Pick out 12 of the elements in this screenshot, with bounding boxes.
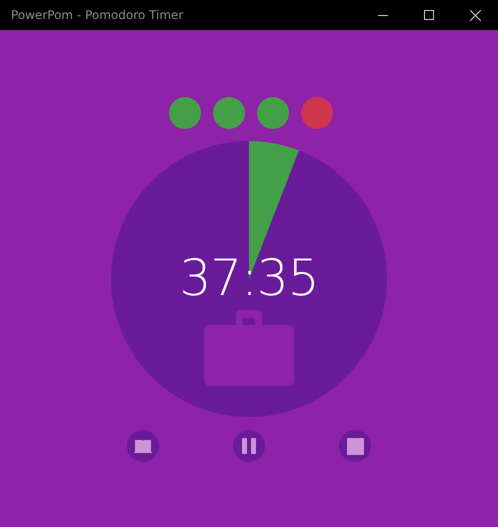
timer-time: 37:35 (178, 248, 320, 308)
close-icon[interactable] (470, 10, 480, 20)
pause-button[interactable] (233, 430, 265, 462)
stop-icon (346, 438, 364, 454)
book-button[interactable] (127, 430, 159, 462)
minimize-icon[interactable] (378, 14, 388, 16)
book-icon (134, 439, 152, 453)
pause-icon (241, 438, 257, 454)
briefcase-icon (204, 309, 294, 386)
stop-button[interactable] (339, 430, 371, 462)
window-title: PowerPom - Pomodoro Timer (10, 8, 184, 22)
maximize-icon[interactable] (424, 10, 434, 20)
